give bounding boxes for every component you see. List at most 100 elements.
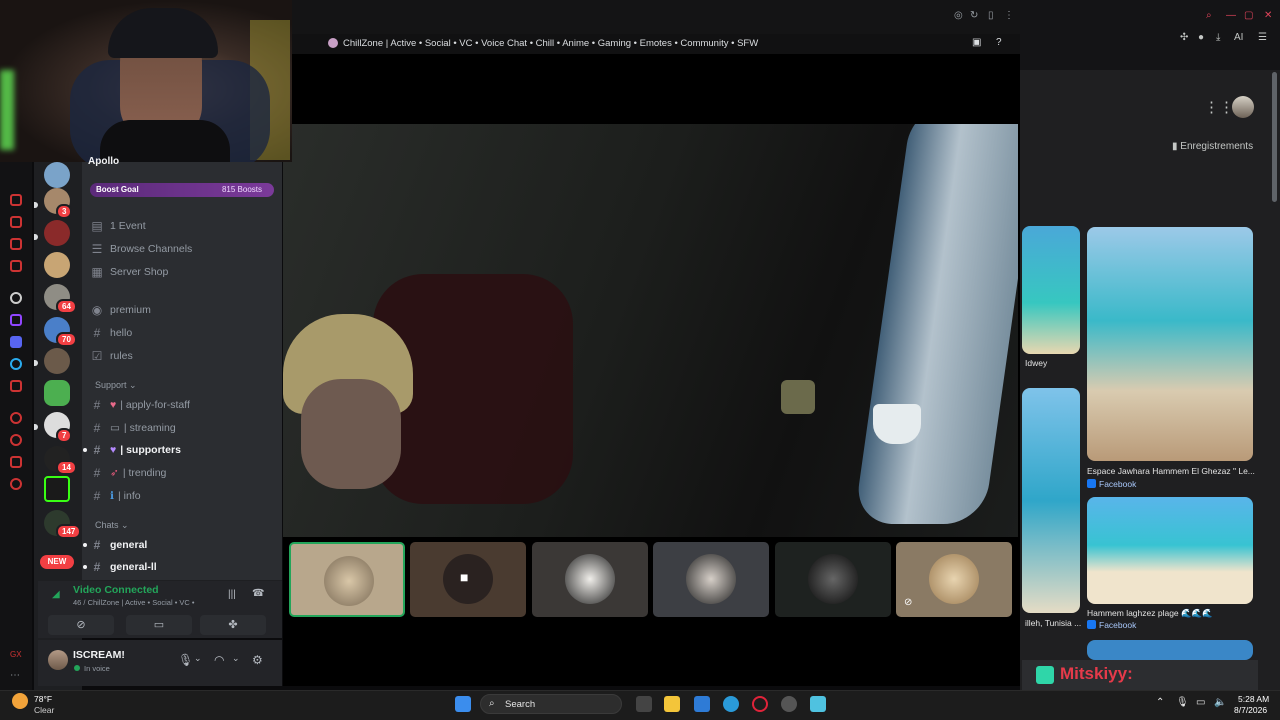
boost-goal-bar[interactable]: Boost Goal 815 Boosts — [90, 183, 274, 197]
channel-supporters[interactable]: # ♥ | supporters — [90, 440, 280, 460]
taskbar-search[interactable]: ⌕ Search — [480, 694, 622, 714]
category-chats[interactable]: Chats ⌄ — [95, 520, 129, 531]
clock-date[interactable]: 8/7/2026 — [1234, 705, 1267, 715]
server-shop-item[interactable]: ▦ Server Shop — [90, 262, 280, 282]
clock-icon[interactable] — [10, 434, 22, 446]
server-icon[interactable] — [44, 476, 70, 502]
weather-temp[interactable]: 78°F — [34, 694, 52, 704]
result-source[interactable]: Facebook — [1087, 620, 1136, 630]
result-title[interactable]: Idwey — [1025, 358, 1047, 368]
store-icon[interactable] — [694, 696, 710, 712]
image-result[interactable] — [1087, 640, 1253, 660]
saves-link[interactable]: ▮ Enregistrements — [1172, 141, 1253, 152]
download-icon[interactable]: ⤓ — [1216, 32, 1220, 43]
chevron-up-icon[interactable]: ⌃ — [1156, 697, 1164, 708]
participant-tile[interactable] — [532, 542, 648, 617]
edge-icon[interactable] — [723, 696, 739, 712]
search-icon[interactable]: ⌕ — [1206, 10, 1212, 21]
gx-icon[interactable]: GX — [10, 650, 22, 659]
help-icon[interactable]: ? — [996, 37, 1002, 48]
task-view-icon[interactable] — [636, 696, 652, 712]
focused-video-stream[interactable] — [283, 124, 1018, 537]
result-title[interactable]: Hammem laghzez plage 🌊🌊🌊 — [1087, 608, 1213, 619]
channel-streaming[interactable]: # ▭ | streaming — [90, 418, 280, 438]
image-result[interactable] — [1087, 497, 1253, 604]
bag-icon[interactable] — [10, 216, 22, 228]
more-icon[interactable]: ⋮ — [1004, 10, 1014, 21]
settings-icon[interactable]: ◎ — [954, 10, 963, 21]
close-icon[interactable]: ✕ — [1264, 10, 1272, 21]
menu-icon[interactable]: ☰ — [1258, 32, 1267, 43]
disconnect-icon[interactable]: ☎ — [252, 588, 264, 599]
player-icon[interactable] — [10, 412, 22, 424]
channel-premium[interactable]: ◉ premium — [90, 300, 280, 320]
box-icon[interactable] — [10, 456, 22, 468]
server-name[interactable]: Apollo — [88, 156, 119, 167]
discord-icon[interactable] — [10, 336, 22, 348]
twitch-icon[interactable] — [10, 314, 22, 326]
ai-icon[interactable]: AI — [1234, 32, 1243, 43]
browse-channels-item[interactable]: ☰ Browse Channels — [90, 239, 280, 259]
activities-button[interactable]: ✤ — [200, 615, 266, 635]
signal-icon[interactable]: ◢ — [52, 589, 60, 600]
new-badge[interactable]: NEW — [40, 555, 74, 569]
inbox-icon[interactable]: ▣ — [972, 37, 981, 48]
gear-icon[interactable]: ⚙ — [252, 653, 263, 667]
chatgpt-icon[interactable] — [10, 292, 22, 304]
result-source[interactable]: Facebook — [1087, 479, 1136, 489]
extensions-icon[interactable]: ✣ — [1180, 32, 1188, 43]
channel-info[interactable]: # ℹ | info — [90, 486, 280, 506]
headphones-icon[interactable]: ◠ — [214, 653, 224, 667]
server-icon[interactable] — [44, 252, 70, 278]
microphone-icon[interactable]: 🎙 — [178, 653, 193, 667]
category-support[interactable]: Support ⌄ — [95, 380, 137, 391]
profile-icon[interactable]: ● — [1198, 32, 1204, 43]
camera-toggle-button[interactable]: ⊘ — [48, 615, 114, 635]
events-item[interactable]: ▤ 1 Event — [90, 216, 280, 236]
account-avatar[interactable] — [1232, 96, 1254, 118]
participant-tile[interactable] — [775, 542, 891, 617]
channel-general[interactable]: # general — [90, 535, 280, 555]
app-icon[interactable] — [781, 696, 797, 712]
channel-general-ll[interactable]: # general-ll — [90, 557, 280, 577]
settings-icon[interactable] — [10, 478, 22, 490]
server-icon[interactable] — [44, 380, 70, 406]
screen-share-button[interactable]: ▭ — [126, 615, 192, 635]
chevron-down-icon[interactable]: ⌄ — [194, 653, 202, 664]
image-result[interactable] — [1022, 226, 1080, 354]
history-icon[interactable] — [10, 194, 22, 206]
pin-icon[interactable]: ▯ — [988, 10, 994, 21]
username[interactable]: ISCREAM! — [73, 649, 125, 661]
minimize-icon[interactable]: — — [1226, 10, 1236, 21]
result-title[interactable]: illeh, Tunisia ... — [1025, 618, 1081, 628]
clock-time[interactable]: 5:28 AM — [1238, 694, 1269, 704]
channel-apply[interactable]: # ♥ | apply-for-staff — [90, 395, 280, 415]
more-icon[interactable]: ⋯ — [10, 670, 20, 681]
network-icon[interactable]: ▭ — [1196, 697, 1205, 708]
participant-tile[interactable] — [289, 542, 405, 617]
microphone-icon[interactable]: 🎙 — [1176, 697, 1189, 708]
image-result[interactable] — [1087, 227, 1253, 461]
file-explorer-icon[interactable] — [664, 696, 680, 712]
start-icon[interactable] — [455, 696, 471, 712]
result-title[interactable]: Espace Jawhara Hammem El Ghezaz " Le... — [1087, 466, 1255, 476]
image-result[interactable] — [1022, 388, 1080, 613]
chevron-down-icon[interactable]: ⌄ — [232, 653, 240, 664]
volume-icon[interactable]: 🔈 — [1214, 697, 1226, 708]
opera-gx-icon[interactable] — [752, 696, 768, 712]
participant-tile[interactable]: ■ — [410, 542, 526, 617]
app-icon[interactable] — [10, 380, 22, 392]
server-icon[interactable] — [44, 348, 70, 374]
video-icon[interactable] — [10, 238, 22, 250]
server-icon[interactable] — [44, 162, 70, 188]
refresh-icon[interactable]: ↻ — [970, 10, 978, 21]
channel-rules[interactable]: ☑ rules — [90, 346, 280, 366]
weather-icon[interactable] — [12, 693, 28, 709]
telegram-icon[interactable] — [10, 358, 22, 370]
participant-tile[interactable]: ⊘ — [896, 542, 1012, 617]
channel-hello[interactable]: # hello — [90, 323, 280, 343]
voice-status[interactable]: Video Connected — [73, 584, 159, 596]
scrollbar[interactable] — [1272, 72, 1277, 202]
messenger-icon[interactable] — [10, 260, 22, 272]
participant-tile[interactable] — [653, 542, 769, 617]
